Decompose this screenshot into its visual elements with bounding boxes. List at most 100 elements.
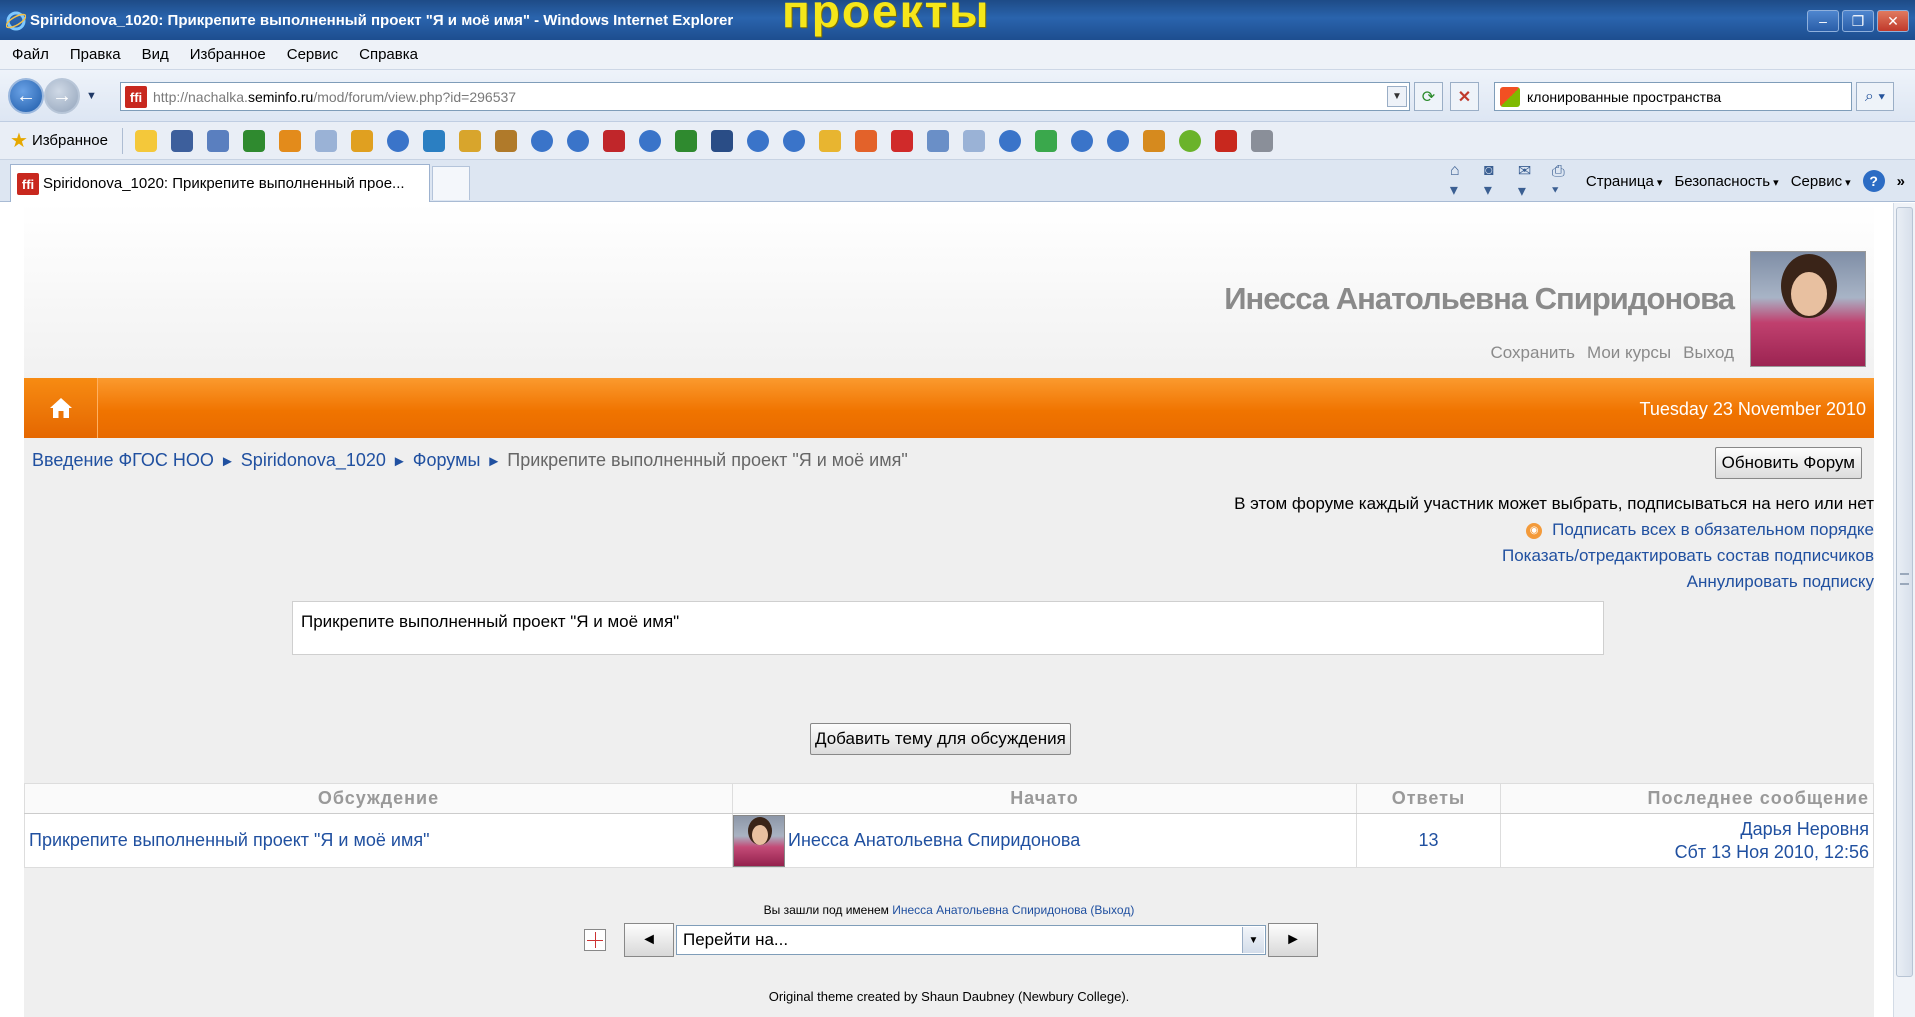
favorite-link-icon[interactable] [1250, 129, 1273, 152]
previous-activity-button[interactable]: ◄ [624, 923, 674, 957]
favorite-link-icon[interactable] [422, 129, 445, 152]
show-subscribers-link[interactable]: Показать/отредактировать состав подписчи… [1234, 543, 1874, 569]
new-tab-button[interactable] [432, 166, 470, 200]
favorite-link-icon[interactable] [962, 129, 985, 152]
breadcrumb-group-link[interactable]: Spiridonova_1020 [241, 450, 386, 470]
favorite-link-icon[interactable] [674, 129, 697, 152]
feeds-icon[interactable]: ◙ ▾ [1484, 162, 1506, 199]
favorite-link-icon[interactable] [1034, 129, 1057, 152]
favorite-link-icon[interactable] [170, 129, 193, 152]
replies-link[interactable]: 13 [1418, 830, 1438, 850]
menu-page[interactable]: Страница [1586, 173, 1663, 190]
favorites-star-icon[interactable]: ★ [10, 128, 28, 153]
update-forum-button[interactable]: Обновить Форум [1714, 447, 1862, 479]
favorite-link-icon[interactable] [746, 129, 769, 152]
favorites-label[interactable]: Избранное [32, 132, 108, 149]
search-input[interactable]: клонированные пространства [1494, 82, 1852, 111]
favorite-link-icon[interactable] [314, 129, 337, 152]
favorite-link-icon[interactable] [782, 129, 805, 152]
favorite-link-icon[interactable] [242, 129, 265, 152]
favorite-link-icon[interactable] [602, 129, 625, 152]
tab-active[interactable]: ffi Spiridonova_1020: Прикрепите выполне… [10, 164, 430, 202]
favorite-link-icon[interactable] [1106, 129, 1129, 152]
last-post-author-link[interactable]: Дарья Неровня [1501, 818, 1869, 841]
menu-file[interactable]: Файл [12, 46, 49, 63]
menu-help[interactable]: Справка [359, 46, 418, 63]
chevron-right-icon[interactable]: » [1897, 173, 1905, 190]
favorite-link-icon[interactable] [926, 129, 949, 152]
force-subscribe-link[interactable]: Подписать всех в обязательном порядке [1552, 520, 1874, 539]
favorite-link-icon[interactable] [1178, 129, 1201, 152]
logout-link[interactable]: Выход [1683, 343, 1734, 363]
my-courses-link[interactable]: Мои курсы [1587, 343, 1671, 363]
user-avatar[interactable] [1750, 251, 1866, 367]
history-dropdown-icon[interactable]: ▼ [86, 90, 97, 102]
author-avatar[interactable] [733, 814, 785, 867]
breadcrumb-course-link[interactable]: Введение ФГОС НОО [32, 450, 214, 470]
search-button[interactable]: ⌕ ▾ [1856, 82, 1894, 111]
favorite-link-icon[interactable] [1142, 129, 1165, 152]
login-user-link[interactable]: Инесса Анатольевна Спиридонова [892, 903, 1087, 917]
jump-to-select[interactable]: Перейти на... ▼ [676, 925, 1266, 955]
favorite-link-icon[interactable] [458, 129, 481, 152]
home-icon [49, 398, 72, 418]
favorite-link-icon[interactable] [1214, 129, 1237, 152]
mail-icon[interactable]: ✉ ▾ [1518, 163, 1540, 200]
breadcrumb-separator: ► [391, 453, 407, 470]
unsubscribe-link[interactable]: Аннулировать подписку [1234, 569, 1874, 595]
site-favicon-icon: ffi [125, 86, 147, 108]
menu-safety[interactable]: Безопасность [1674, 173, 1778, 190]
menu-bar: Файл Правка Вид Избранное Сервис Справка [0, 40, 1915, 70]
add-topic-button[interactable]: Добавить тему для обсуждения [810, 723, 1071, 755]
favorite-link-icon[interactable] [854, 129, 877, 152]
favorite-link-icon[interactable] [890, 129, 913, 152]
login-logout-link[interactable]: (Выход) [1090, 903, 1134, 917]
restore-icon[interactable]: ❐ [1842, 10, 1874, 32]
favorite-link-icon[interactable] [638, 129, 661, 152]
author-link[interactable]: Инесса Анатольевна Спиридонова [788, 829, 1080, 849]
menu-tools-cmd[interactable]: Сервис [1791, 173, 1851, 190]
arrow-left-icon: ◄ [641, 931, 657, 948]
vertical-scrollbar[interactable] [1893, 203, 1915, 1017]
subscription-info: В этом форуме каждый участник может выбр… [1234, 494, 1874, 513]
navmenu-icon[interactable] [584, 929, 606, 951]
menu-favorites[interactable]: Избранное [190, 46, 266, 63]
save-link[interactable]: Сохранить [1491, 343, 1575, 363]
back-button[interactable]: ← [8, 78, 44, 114]
home-button[interactable] [24, 378, 98, 438]
favorite-link-icon[interactable] [710, 129, 733, 152]
favorite-link-icon[interactable] [998, 129, 1021, 152]
refresh-button[interactable]: ⟳ [1414, 82, 1443, 111]
discussion-link[interactable]: Прикрепите выполненный проект "Я и моё и… [29, 830, 429, 850]
favorite-link-icon[interactable] [494, 129, 517, 152]
minimize-icon[interactable]: ‒ [1807, 10, 1839, 32]
last-post-date-link[interactable]: Сбт 13 Ноя 2010, 12:56 [1501, 841, 1869, 864]
next-activity-button[interactable]: ► [1268, 923, 1318, 957]
search-icon: ⌕ ▾ [1864, 87, 1886, 105]
url-input[interactable]: ffi http://nachalka. seminfo.ru/mod/forum… [120, 82, 1410, 111]
scrollbar-thumb[interactable] [1896, 207, 1913, 977]
navigation-jump: ◄ Перейти на... ▼ ► [584, 923, 1318, 957]
favorite-link-icon[interactable] [818, 129, 841, 152]
current-date: Tuesday 23 November 2010 [1639, 399, 1866, 419]
home-icon[interactable]: ⌂ ▾ [1450, 162, 1472, 199]
favorite-link-icon[interactable] [278, 129, 301, 152]
favorite-link-icon[interactable] [386, 129, 409, 152]
add-favorite-icon[interactable] [134, 129, 157, 152]
menu-tools[interactable]: Сервис [287, 46, 338, 63]
help-icon[interactable]: ? [1862, 170, 1885, 192]
stop-button[interactable]: ✕ [1450, 82, 1479, 111]
favorite-link-icon[interactable] [206, 129, 229, 152]
favorite-link-icon[interactable] [566, 129, 589, 152]
breadcrumb-forums-link[interactable]: Форумы [413, 450, 481, 470]
favorite-link-icon[interactable] [530, 129, 553, 152]
header-user-name: Инесса Анатольевна Спиридонова [1224, 281, 1735, 316]
favorite-link-icon[interactable] [350, 129, 373, 152]
menu-edit[interactable]: Правка [70, 46, 121, 63]
close-icon[interactable]: ✕ [1877, 10, 1909, 32]
menu-view[interactable]: Вид [142, 46, 169, 63]
print-icon[interactable]: ⎙ ▾ [1552, 163, 1574, 198]
favorite-link-icon[interactable] [1070, 129, 1093, 152]
forward-button[interactable]: → [44, 78, 80, 114]
url-dropdown-icon[interactable]: ▼ [1387, 86, 1407, 107]
